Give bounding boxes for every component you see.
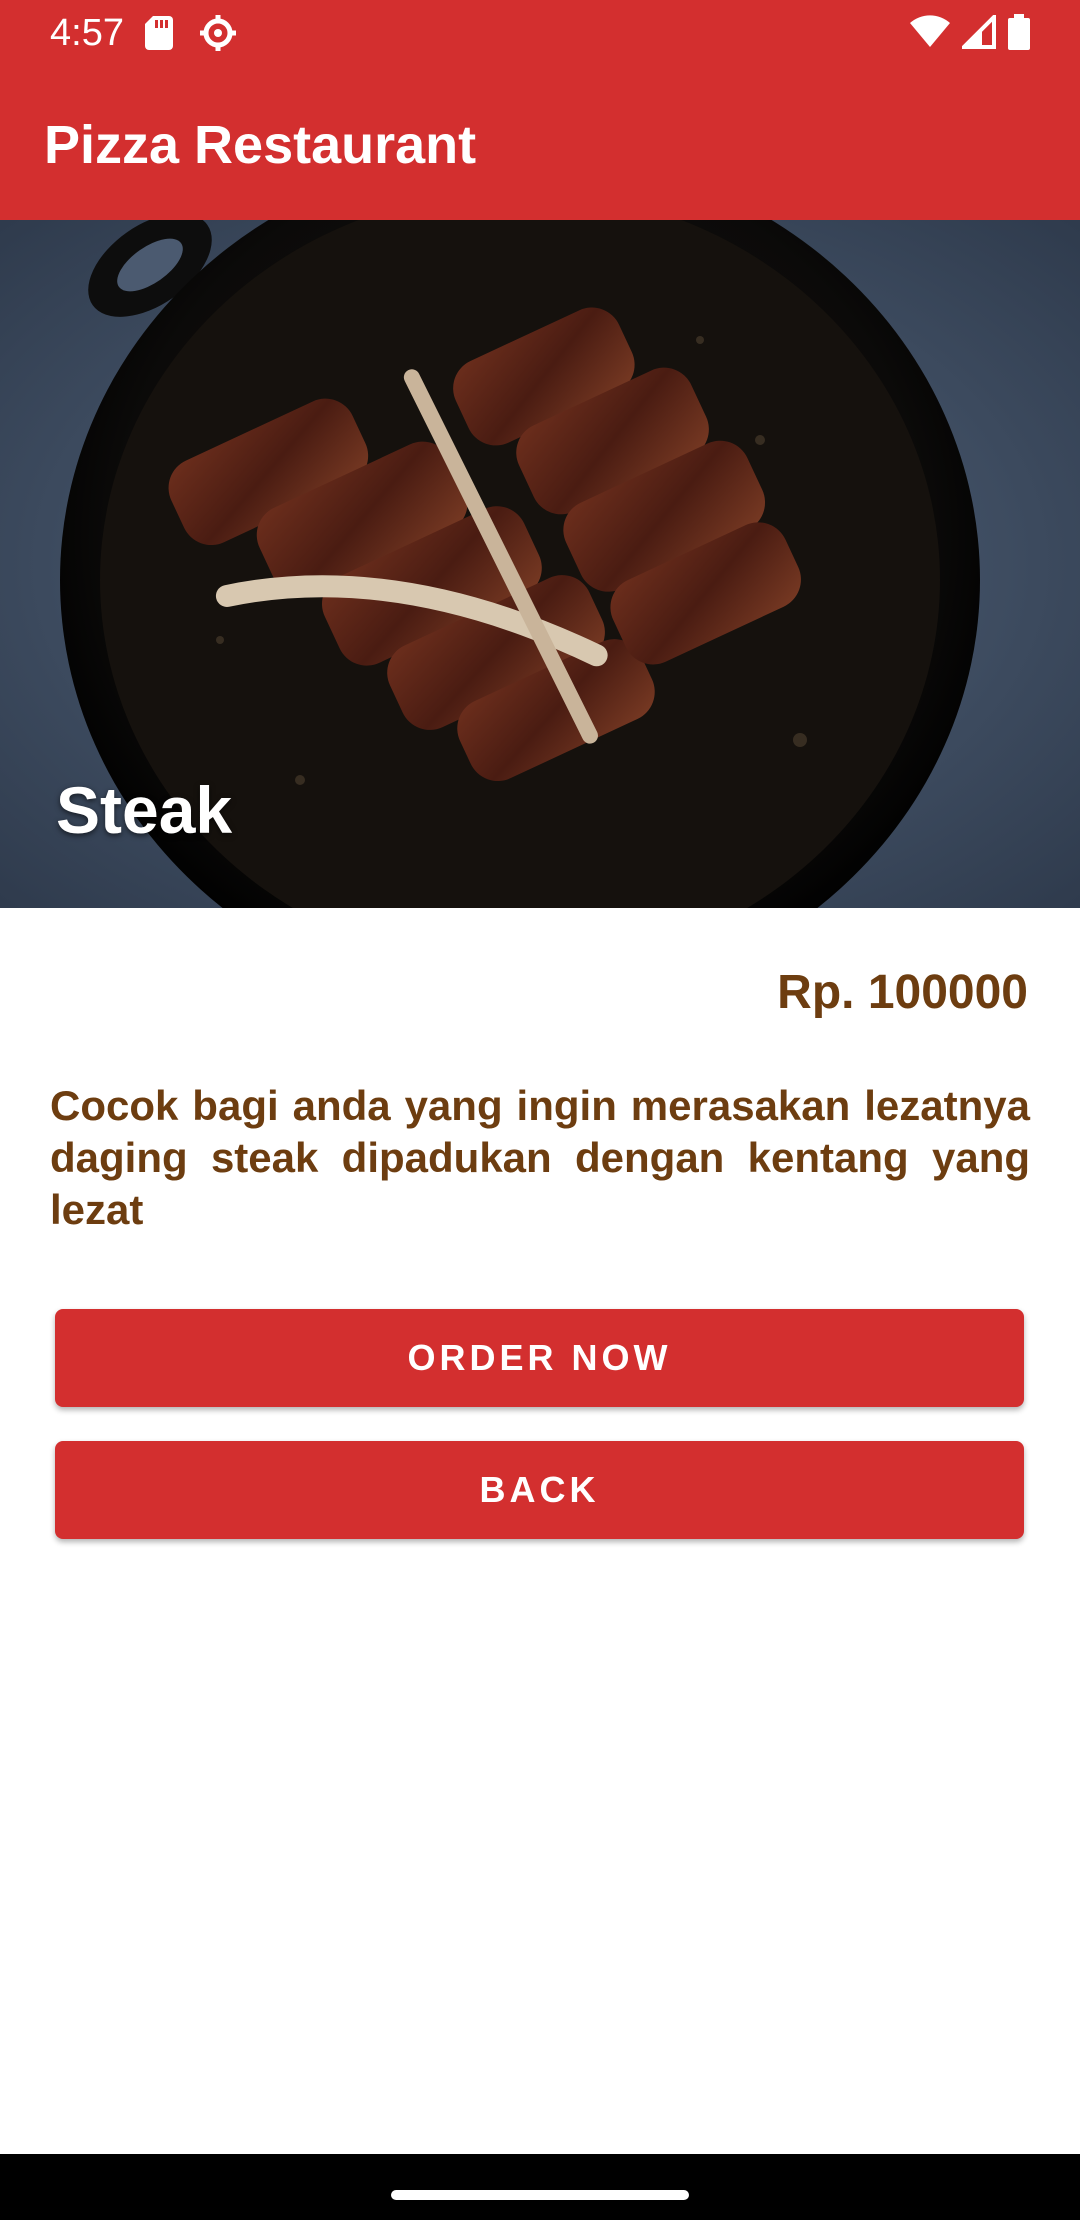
product-price: Rp. 100000 xyxy=(777,966,1028,1019)
status-bar: 4:57 xyxy=(0,0,1080,66)
status-right-icons xyxy=(910,12,1030,55)
signal-icon xyxy=(959,12,996,54)
settings-icon xyxy=(199,14,237,57)
status-time: 4:57 xyxy=(50,12,124,54)
status-left-icons xyxy=(145,14,237,57)
back-button[interactable]: BACK xyxy=(55,1441,1024,1539)
product-description: Cocok bagi anda yang ingin merasakan lez… xyxy=(50,1082,1030,1233)
navigation-bar xyxy=(0,2154,1080,2220)
home-gesture-handle[interactable] xyxy=(391,2190,689,2200)
product-title: Steak xyxy=(56,773,233,847)
hero-image: Steak xyxy=(0,220,1080,908)
order-now-button[interactable]: ORDER NOW xyxy=(55,1309,1024,1407)
wifi-icon xyxy=(910,15,950,54)
sd-card-icon xyxy=(145,14,177,57)
app-bar: Pizza Restaurant xyxy=(0,66,1080,220)
battery-icon xyxy=(1008,14,1030,55)
app-title: Pizza Restaurant xyxy=(44,115,477,175)
